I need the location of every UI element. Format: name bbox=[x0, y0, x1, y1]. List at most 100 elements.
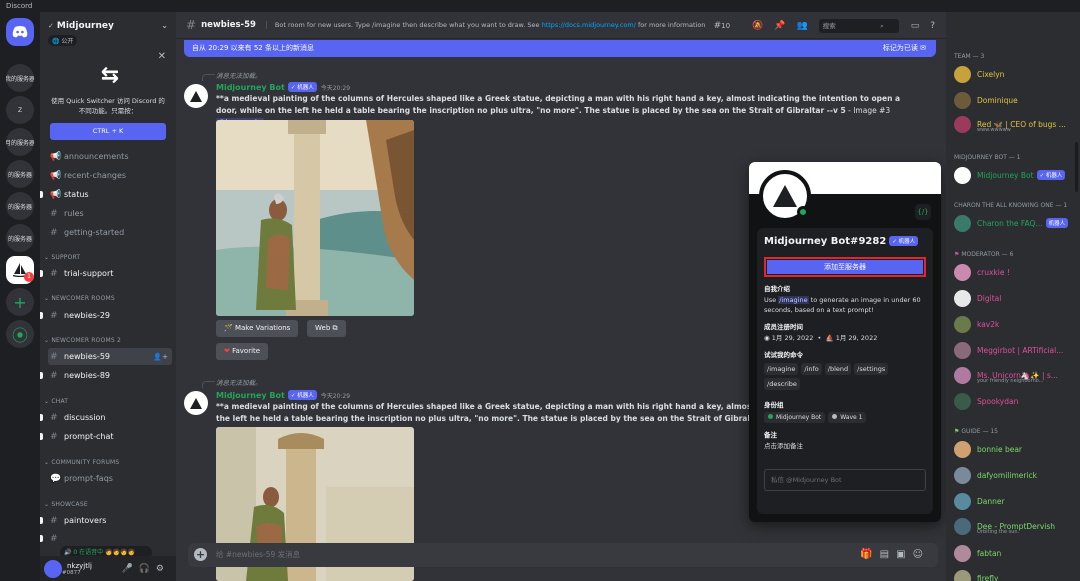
dm-input[interactable]: 私信 @Midjourney Bot bbox=[764, 469, 926, 491]
member-item[interactable]: Red 🦋 | CEO of bugs ... www.wwwww bbox=[954, 114, 1078, 134]
generated-image[interactable] bbox=[216, 120, 414, 316]
category-support[interactable]: ⌄ SUPPORT bbox=[44, 254, 80, 261]
note-field[interactable]: 点击添加备注 bbox=[764, 441, 926, 451]
server-4[interactable]: 的服务器 bbox=[6, 160, 34, 188]
threads-icon[interactable]: #10 bbox=[714, 21, 741, 31]
explore-servers-icon[interactable]: ⦿ bbox=[6, 320, 34, 348]
channel-trial-support[interactable]: # trial-support bbox=[40, 265, 172, 282]
member-item[interactable]: bonnie bear bbox=[954, 439, 1078, 459]
discord-home-icon[interactable] bbox=[6, 18, 34, 46]
make-variations-button[interactable]: 🪄 Make Variations bbox=[216, 320, 299, 337]
bot-avatar[interactable] bbox=[184, 391, 208, 415]
gif-icon[interactable]: ▤ bbox=[880, 549, 896, 560]
favorite-button[interactable]: ❤ Favorite bbox=[216, 343, 269, 360]
member-item[interactable]: Midjourney Bot ✓ 机器人 bbox=[954, 165, 1078, 185]
channel-prompt-faqs[interactable]: 💬 prompt-faqs bbox=[48, 470, 172, 487]
settings-gear-icon[interactable]: ⚙ bbox=[156, 564, 170, 574]
channel-prompt-chat[interactable]: # prompt-chat bbox=[40, 428, 172, 445]
member-scrollbar[interactable] bbox=[1075, 142, 1078, 192]
member-item[interactable]: cruxkie ! bbox=[954, 262, 1078, 282]
slash-commands-icon[interactable]: {/} bbox=[915, 204, 931, 220]
channel-recent-changes[interactable]: 📢 recent-changes bbox=[48, 167, 172, 184]
add-server-icon[interactable]: + bbox=[6, 288, 34, 316]
message-author[interactable]: Midjourney Bot ✓ 机器人 今天20:29 bbox=[216, 82, 350, 92]
command-chip[interactable]: /blend bbox=[824, 363, 852, 375]
gift-icon[interactable]: 🎁 bbox=[860, 549, 879, 560]
channel-discussion[interactable]: # discussion bbox=[40, 409, 172, 426]
member-item[interactable]: Cixelyn bbox=[954, 64, 1078, 84]
category-newcomer[interactable]: ⌄ NEWCOMER ROOMS bbox=[44, 295, 115, 302]
message-composer[interactable]: + 给 #newbies-59 发消息 🎁▤▣☺ bbox=[188, 543, 938, 567]
category-chat[interactable]: ⌄ CHAT bbox=[44, 398, 68, 405]
channel-newbies-59[interactable]: # newbies-59 👤+ bbox=[48, 348, 172, 365]
pin-icon[interactable]: 📌 bbox=[774, 21, 785, 31]
docs-link[interactable]: https://docs.midjourney.com/ bbox=[542, 21, 636, 29]
add-to-server-button[interactable]: 添加至服务器 bbox=[764, 257, 926, 277]
close-icon[interactable]: ✕ bbox=[158, 51, 166, 62]
command-chip[interactable]: /describe bbox=[764, 378, 800, 390]
threads-count: 10 bbox=[721, 21, 731, 30]
server-2[interactable]: Z bbox=[6, 96, 34, 124]
search-input[interactable]: 搜索 ⌕ bbox=[818, 18, 899, 33]
mute-bell-icon[interactable]: 🔕 bbox=[752, 21, 763, 31]
member-item[interactable]: Spookydan bbox=[954, 391, 1078, 411]
help-icon[interactable]: ? bbox=[930, 21, 935, 31]
inbox-icon[interactable]: ▭ bbox=[911, 21, 920, 31]
role-chip[interactable]: Midjourney Bot bbox=[764, 412, 826, 423]
category-showcase[interactable]: ⌄ SHOWCASE bbox=[44, 501, 88, 508]
channel-paintovers[interactable]: # paintovers bbox=[40, 512, 172, 529]
command-chip[interactable]: /imagine bbox=[764, 363, 799, 375]
member-list-icon[interactable]: 👥 bbox=[796, 21, 807, 31]
user-avatar[interactable] bbox=[44, 559, 62, 578]
command-chip[interactable]: /settings bbox=[854, 363, 889, 375]
member-item[interactable]: fabtan bbox=[954, 543, 1078, 563]
bot-avatar[interactable] bbox=[184, 84, 208, 108]
mark-read-button[interactable]: 标记为已读 ✉ bbox=[883, 40, 926, 57]
channel-topic[interactable]: Bot room for new users. Type /imagine th… bbox=[265, 21, 705, 29]
channel-newbies-29[interactable]: # newbies-29 bbox=[40, 307, 172, 324]
message-author[interactable]: Midjourney Bot ✓ 机器人 今天20:29 bbox=[216, 390, 350, 400]
app-title: Discord bbox=[6, 2, 33, 10]
member-item[interactable]: Dominique bbox=[954, 90, 1078, 110]
member-item[interactable]: kav2k bbox=[954, 314, 1078, 334]
channel-getting-started[interactable]: # getting-started bbox=[48, 224, 172, 241]
member-item[interactable]: Charon the FAQ... 机器人 bbox=[954, 213, 1078, 233]
member-item[interactable]: dafyomilimerick bbox=[954, 465, 1078, 485]
headphones-icon[interactable]: 🎧 bbox=[139, 564, 156, 574]
add-member-icon[interactable]: 👤+ bbox=[153, 353, 168, 361]
reply-preview[interactable]: 消息无法加载。 bbox=[202, 70, 262, 81]
reply-preview[interactable]: 消息无法加载。 bbox=[202, 377, 262, 388]
channel-collapsed[interactable]: # bbox=[40, 530, 62, 547]
role-chip[interactable]: Wave 1 bbox=[828, 412, 867, 423]
server-rail: 我的服务器 Z 月的服务器 的服务器 的服务器 的服务器 1 + ⦿ bbox=[0, 12, 40, 581]
channel-announcements[interactable]: 📢 announcements bbox=[48, 148, 172, 165]
member-item[interactable]: Ms. Unicorn🦄✨ | s... your friendly neighb… bbox=[954, 365, 1078, 385]
category-forums[interactable]: ⌄ COMMUNITY FORUMS bbox=[44, 459, 119, 466]
member-item[interactable]: firefly bbox=[954, 568, 1078, 581]
category-newcomer-2[interactable]: ⌄ NEWCOMER ROOMS 2 bbox=[44, 337, 121, 344]
attach-plus-icon[interactable]: + bbox=[194, 548, 207, 561]
web-link-button[interactable]: Web ⧉ bbox=[307, 320, 346, 337]
sticker-icon[interactable]: ▣ bbox=[896, 549, 912, 560]
channel-rules[interactable]: # rules bbox=[48, 205, 172, 222]
member-avatar bbox=[954, 544, 971, 562]
new-messages-bar[interactable]: 自从 20:29 以来有 52 条以上的新消息 标记为已读 ✉ bbox=[184, 40, 936, 57]
emoji-icon[interactable]: ☺ bbox=[913, 549, 930, 560]
server-3[interactable]: 月的服务器 bbox=[6, 128, 34, 156]
server-5[interactable]: 的服务器 bbox=[6, 192, 34, 220]
channel-newbies-89[interactable]: # newbies-89 bbox=[40, 367, 172, 384]
server-6[interactable]: 的服务器 bbox=[6, 224, 34, 252]
chevron-down-icon[interactable]: ⌄ bbox=[161, 21, 168, 30]
quick-switcher-shortcut[interactable]: CTRL + K bbox=[50, 123, 166, 140]
mic-icon[interactable]: 🎤 bbox=[121, 564, 138, 574]
profile-avatar[interactable] bbox=[759, 170, 811, 222]
server-1[interactable]: 我的服务器 bbox=[6, 64, 34, 92]
member-item[interactable]: Meggirbot | ARTificial... bbox=[954, 340, 1078, 360]
member-item[interactable]: Dee - PromptDervish Orbiting the sun. bbox=[954, 516, 1078, 536]
channel-status[interactable]: 📢 status bbox=[40, 186, 172, 203]
member-item[interactable]: Danner bbox=[954, 491, 1078, 511]
member-item[interactable]: Digital bbox=[954, 288, 1078, 308]
command-chip[interactable]: /info bbox=[801, 363, 822, 375]
about-command[interactable]: /imagine bbox=[778, 296, 809, 304]
member-name: dafyomilimerick bbox=[977, 470, 1038, 480]
